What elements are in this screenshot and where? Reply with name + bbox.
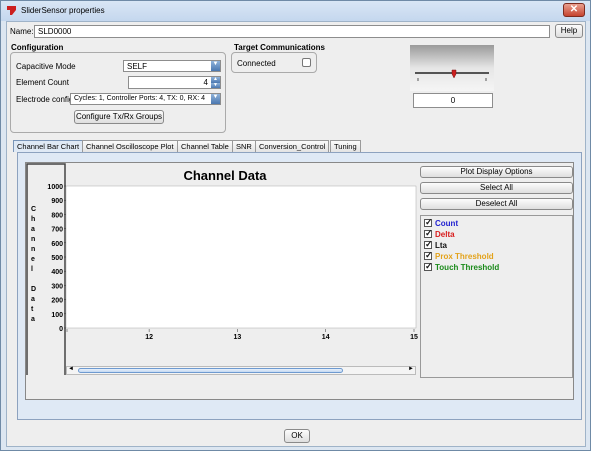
legend-label-touch-threshold: Touch Threshold	[435, 263, 500, 272]
scrollbar-thumb[interactable]	[78, 368, 343, 373]
chart-container: Channel Data 0 100 200 300 400 500 600 700 800 90…	[25, 162, 574, 400]
y-tick-label: 700	[51, 227, 63, 234]
y-tick-label: 100	[51, 312, 63, 319]
tab-conversion-control[interactable]: Conversion_Control	[255, 140, 330, 152]
y-axis-label-char: n	[31, 246, 35, 253]
y-tick-label: 400	[51, 269, 63, 276]
electrode-config-value: Cycles: 1, Controller Ports: 4, TX: 0, R…	[74, 95, 205, 102]
title-bar[interactable]: SliderSensor properties ✕	[1, 1, 590, 21]
checkbox-checked-icon[interactable]	[424, 250, 433, 261]
plot-area	[65, 185, 417, 329]
tab-tuning[interactable]: Tuning	[330, 140, 361, 152]
y-axis-label-char: l	[31, 266, 33, 273]
checkbox-checked-icon[interactable]	[424, 217, 433, 228]
series-legend: Count Delta Lta Prox Threshold Touch Thr…	[420, 215, 573, 378]
y-axis-label-char: h	[31, 216, 35, 223]
capacitive-mode-select[interactable]: SELF ▼	[123, 60, 221, 72]
legend-label-count: Count	[435, 219, 459, 228]
channel-bar-chart-panel: Channel Data 0 100 200 300 400 500 600 700 800 90…	[17, 152, 582, 420]
ok-button[interactable]: OK	[284, 429, 310, 443]
y-axis-label-char: n	[31, 236, 35, 243]
help-button[interactable]: Help	[555, 24, 583, 38]
chevron-down-icon[interactable]: ▼	[211, 61, 220, 71]
y-tick-label: 600	[51, 241, 63, 248]
x-tick-label: 14	[322, 334, 330, 341]
element-count-value: 4	[203, 78, 208, 87]
y-axis-label-char: D	[31, 286, 36, 293]
y-axis-label-char: e	[31, 256, 35, 263]
connected-label: Connected	[237, 59, 276, 68]
target-communications-group: Connected	[231, 52, 317, 73]
target-communications-heading: Target Communications	[234, 43, 325, 52]
y-tick-label: 200	[51, 298, 63, 305]
select-all-button[interactable]: Select All	[420, 182, 573, 194]
properties-window: SliderSensor properties ✕ Name: SLD0000 …	[0, 0, 591, 451]
connected-checkbox[interactable]	[302, 58, 311, 67]
electrode-config-label: Electrode config	[16, 95, 74, 104]
x-tick-label: 15	[410, 334, 418, 341]
legend-item-lta[interactable]: Lta	[424, 239, 447, 250]
dialog-body: Name: SLD0000 Help Configuration Capacit…	[6, 21, 586, 447]
spin-down-icon[interactable]: ▼	[211, 82, 220, 88]
y-tick-label: 800	[51, 212, 63, 219]
channel-data-chart: Channel Data 0 100 200 300 400 500 600 700 800 90…	[26, 163, 420, 375]
x-tick-label: 13	[234, 334, 242, 341]
chevron-down-icon[interactable]: ▼	[211, 94, 220, 104]
legend-label-delta: Delta	[435, 230, 455, 239]
tab-channel-table[interactable]: Channel Table	[177, 140, 233, 152]
scroll-right-icon[interactable]: ►	[408, 366, 414, 372]
y-axis-label-char: C	[31, 206, 36, 213]
checkbox-checked-icon[interactable]	[424, 228, 433, 239]
scroll-left-icon[interactable]: ◄	[68, 366, 74, 372]
electrode-config-select[interactable]: Cycles: 1, Controller Ports: 4, TX: 0, R…	[70, 93, 221, 105]
close-button[interactable]: ✕	[563, 3, 585, 17]
configuration-heading: Configuration	[11, 43, 64, 52]
chart-scrollbar[interactable]: ◄ ►	[66, 366, 416, 375]
capacitive-mode-label: Capacitive Mode	[16, 62, 76, 71]
name-field[interactable]: SLD0000	[34, 25, 550, 38]
tab-channel-bar-chart[interactable]: Channel Bar Chart	[13, 140, 84, 152]
tab-channel-oscilloscope-plot[interactable]: Channel Oscilloscope Plot	[82, 140, 178, 152]
element-count-label: Element Count	[16, 78, 69, 87]
y-axis-label-char: a	[31, 226, 35, 233]
plot-display-options-button[interactable]: Plot Display Options	[420, 166, 573, 178]
name-label: Name:	[10, 27, 34, 36]
legend-item-touch-threshold[interactable]: Touch Threshold	[424, 261, 500, 272]
y-axis-label-char: a	[31, 316, 35, 323]
legend-label-lta: Lta	[435, 241, 447, 250]
configuration-group: Capacitive Mode SELF ▼ Element Count 4 ▲…	[10, 52, 226, 133]
configure-txrx-groups-button[interactable]: Configure Tx/Rx Groups	[74, 110, 164, 124]
checkbox-checked-icon[interactable]	[424, 239, 433, 250]
chart-title: Channel Data	[183, 168, 267, 183]
checkbox-checked-icon[interactable]	[424, 261, 433, 272]
x-tick-label: 12	[145, 334, 153, 341]
y-tick-label: 500	[51, 255, 63, 262]
deselect-all-button[interactable]: Deselect All	[420, 198, 573, 210]
legend-item-prox-threshold[interactable]: Prox Threshold	[424, 250, 494, 261]
app-logo-icon	[7, 6, 16, 15]
y-tick-label: 0	[59, 326, 63, 333]
slider-readout: 0	[413, 93, 493, 108]
element-count-stepper[interactable]: 4 ▲ ▼	[128, 76, 221, 89]
y-tick-label: 1000	[47, 184, 63, 191]
slider-preview	[410, 45, 494, 91]
y-axis-label-char: a	[31, 296, 35, 303]
y-tick-label: 900	[51, 198, 63, 205]
y-tick-label: 300	[51, 283, 63, 290]
legend-item-delta[interactable]: Delta	[424, 228, 455, 239]
capacitive-mode-value: SELF	[127, 62, 148, 71]
legend-label-prox-threshold: Prox Threshold	[435, 252, 494, 261]
legend-item-count[interactable]: Count	[424, 217, 459, 228]
window-title: SliderSensor properties	[21, 6, 105, 15]
tab-snr[interactable]: SNR	[232, 140, 256, 152]
